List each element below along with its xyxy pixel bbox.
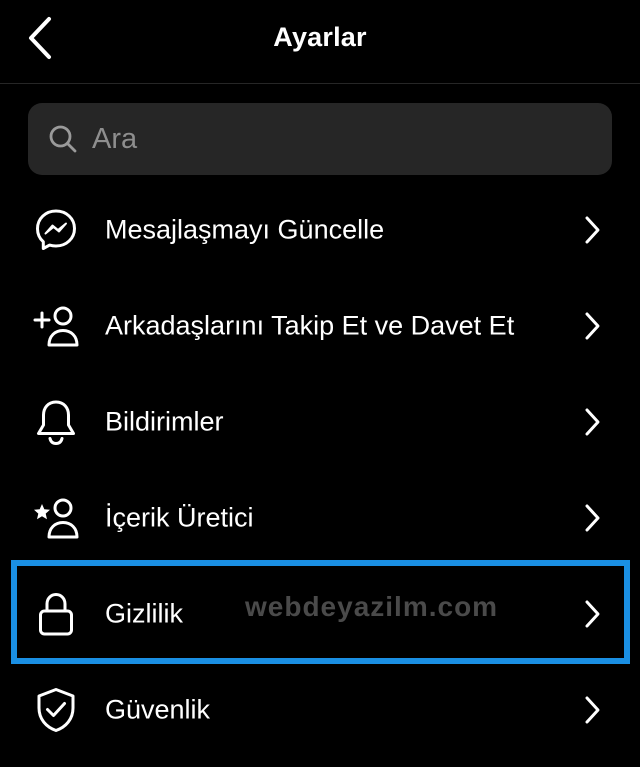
settings-item-label: Mesajlaşmayı Güncelle (105, 214, 385, 245)
search-icon (48, 124, 78, 154)
settings-item-label: Güvenlik (105, 694, 211, 725)
chevron-right-icon (580, 598, 604, 630)
chevron-right-icon (580, 310, 604, 342)
settings-item-follow-invite[interactable]: Arkadaşlarını Takip Et ve Davet Et (0, 278, 640, 374)
star-person-icon (32, 494, 80, 542)
search-input[interactable] (92, 122, 572, 156)
settings-item-label: Gizlilik (105, 598, 183, 629)
page-title: Ayarlar (273, 22, 367, 52)
chevron-right-icon (580, 502, 604, 534)
settings-item-messaging[interactable]: Mesajlaşmayı Güncelle (0, 182, 640, 278)
chevron-right-icon (580, 214, 604, 246)
messenger-icon (32, 206, 80, 254)
settings-item-creator[interactable]: İçerik Üretici (0, 470, 640, 566)
settings-item-label: Bildirimler (105, 406, 224, 437)
settings-item-label: Arkadaşlarını Takip Et ve Davet Et (105, 310, 515, 341)
header: Ayarlar (0, 0, 640, 84)
add-person-icon (32, 302, 80, 350)
chevron-right-icon (580, 406, 604, 438)
settings-item-privacy[interactable]: Gizlilik (0, 566, 640, 662)
search-bar[interactable] (28, 103, 612, 175)
lock-icon (32, 590, 80, 638)
settings-item-security[interactable]: Güvenlik (0, 662, 640, 758)
shield-check-icon (32, 686, 80, 734)
chevron-right-icon (580, 694, 604, 726)
bell-icon (32, 398, 80, 446)
settings-item-label: İçerik Üretici (105, 502, 254, 533)
settings-list: Mesajlaşmayı Güncelle Arkadaşlarını Taki… (0, 182, 640, 758)
settings-item-notifications[interactable]: Bildirimler (0, 374, 640, 470)
